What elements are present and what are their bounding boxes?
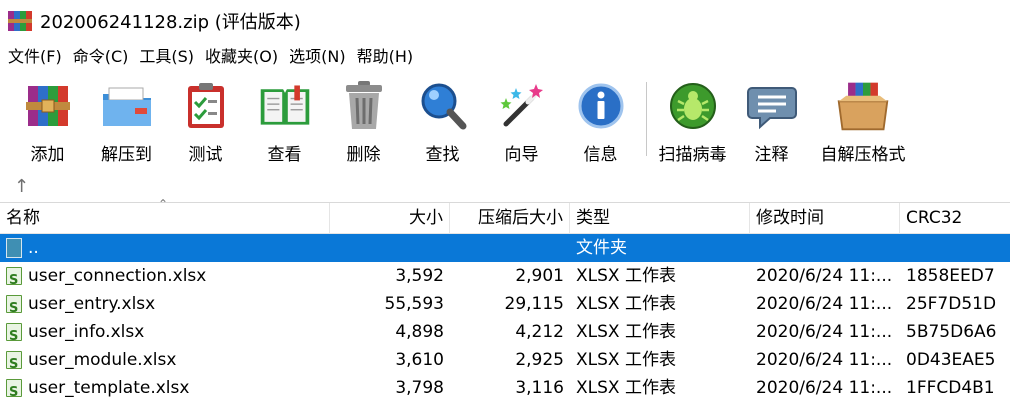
menu-favorites[interactable]: 收藏夹(O) [201,42,285,72]
toolbar: 添加 解压到 测试 查看 删除 查找 向导 信息 扫描病毒 注释 自解压格式 [0,72,1010,176]
clipboard-check-icon [178,78,234,134]
file-packed-size: 2,901 [515,266,564,286]
parent-folder-type: 文件夹 [576,238,627,258]
file-size: 4,898 [395,322,444,342]
view-button[interactable]: 查看 [245,78,324,165]
find-label: 查找 [425,145,460,165]
file-crc: 5B75D6A6 [906,322,997,342]
sort-ascending-icon: ⌃ [158,197,169,211]
table-row[interactable]: user_entry.xlsx 55,593 29,115 XLSX 工作表 2… [0,290,1010,318]
column-header-modified[interactable]: 修改时间 [750,203,900,233]
comment-button[interactable]: 注释 [732,78,811,165]
column-header-crc[interactable]: CRC32 [900,203,1004,233]
file-name: user_connection.xlsx [28,266,207,286]
toolbar-separator [646,82,647,156]
delete-button[interactable]: 删除 [324,78,403,165]
file-modified: 2020/6/24 11:... [756,378,893,398]
file-crc: 25F7D51D [906,294,997,314]
xlsx-file-icon [6,267,22,290]
menu-help[interactable]: 帮助(H) [353,42,421,72]
file-packed-size: 29,115 [504,294,564,314]
table-row[interactable]: user_module.xlsx 3,610 2,925 XLSX 工作表 20… [0,346,1010,374]
file-packed-size: 3,116 [515,378,564,398]
file-modified: 2020/6/24 11:... [756,294,893,314]
menu-tools[interactable]: 工具(S) [135,42,201,72]
menu-file[interactable]: 文件(F) [4,42,69,72]
virus-bug-icon [665,78,721,134]
folder-extract-icon [99,78,155,134]
book-icon [257,78,313,134]
column-header-type[interactable]: 类型 [570,203,750,233]
file-list-header: ⌃ 名称 大小 压缩后大小 类型 修改时间 CRC32 [0,197,1010,234]
title-bar: 202006241128.zip (评估版本) [0,0,1010,42]
sfx-button[interactable]: 自解压格式 [811,78,915,165]
magnifier-icon [415,78,471,134]
info-icon [573,78,629,134]
file-name: user_info.xlsx [28,322,145,342]
extract-button[interactable]: 解压到 [87,78,166,165]
info-label: 信息 [583,145,618,165]
view-label: 查看 [267,145,302,165]
scan-virus-label: 扫描病毒 [658,145,727,165]
file-crc: 1858EED7 [906,266,995,286]
column-header-size[interactable]: 大小 [330,203,450,233]
test-button[interactable]: 测试 [166,78,245,165]
parent-folder-name: .. [28,238,39,258]
file-name: user_module.xlsx [28,350,177,370]
scan-virus-button[interactable]: 扫描病毒 [653,78,732,165]
file-size: 3,610 [395,350,444,370]
file-size: 3,798 [395,378,444,398]
parent-folder-icon [6,238,22,258]
speech-bubble-icon [744,78,800,134]
file-type: XLSX 工作表 [576,294,676,314]
delete-label: 删除 [346,145,381,165]
file-size: 55,593 [384,294,444,314]
wizard-button[interactable]: 向导 [482,78,561,165]
sfx-label: 自解压格式 [820,145,906,165]
path-bar: ↑ [0,176,1010,203]
file-modified: 2020/6/24 11:... [756,350,893,370]
up-arrow-icon[interactable]: ↑ [14,176,29,197]
table-row[interactable]: user_info.xlsx 4,898 4,212 XLSX 工作表 2020… [0,318,1010,346]
find-button[interactable]: 查找 [403,78,482,165]
file-modified: 2020/6/24 11:... [756,266,893,286]
file-type: XLSX 工作表 [576,266,676,286]
comment-label: 注释 [754,145,789,165]
add-button[interactable]: 添加 [8,78,87,165]
xlsx-file-icon [6,323,22,346]
add-label: 添加 [30,145,65,165]
add-archive-icon [20,78,76,134]
file-name: user_entry.xlsx [28,294,156,314]
file-packed-size: 2,925 [515,350,564,370]
table-row[interactable]: user_connection.xlsx 3,592 2,901 XLSX 工作… [0,262,1010,290]
trash-can-icon [336,78,392,134]
file-crc: 1FFCD4B1 [906,378,995,398]
test-label: 测试 [188,145,223,165]
file-type: XLSX 工作表 [576,378,676,398]
window-title: 202006241128.zip (评估版本) [40,12,301,33]
table-row[interactable]: user_template.xlsx 3,798 3,116 XLSX 工作表 … [0,374,1010,402]
file-type: XLSX 工作表 [576,350,676,370]
winrar-app-icon [8,9,32,33]
file-name: user_template.xlsx [28,378,190,398]
menu-options[interactable]: 选项(N) [285,42,352,72]
wizard-label: 向导 [504,145,539,165]
xlsx-file-icon [6,379,22,402]
file-crc: 0D43EAE5 [906,350,996,370]
magic-wand-icon [494,78,550,134]
menu-bar: 文件(F) 命令(C) 工具(S) 收藏夹(O) 选项(N) 帮助(H) [0,42,1010,72]
file-modified: 2020/6/24 11:... [756,322,893,342]
xlsx-file-icon [6,351,22,374]
extract-label: 解压到 [101,145,152,165]
info-button[interactable]: 信息 [561,78,640,165]
file-packed-size: 4,212 [515,322,564,342]
sfx-box-icon [835,78,891,134]
file-type: XLSX 工作表 [576,322,676,342]
xlsx-file-icon [6,295,22,318]
table-row-parent-folder[interactable]: .. 文件夹 [0,234,1010,262]
column-header-packed[interactable]: 压缩后大小 [450,203,570,233]
menu-commands[interactable]: 命令(C) [69,42,136,72]
file-size: 3,592 [395,266,444,286]
